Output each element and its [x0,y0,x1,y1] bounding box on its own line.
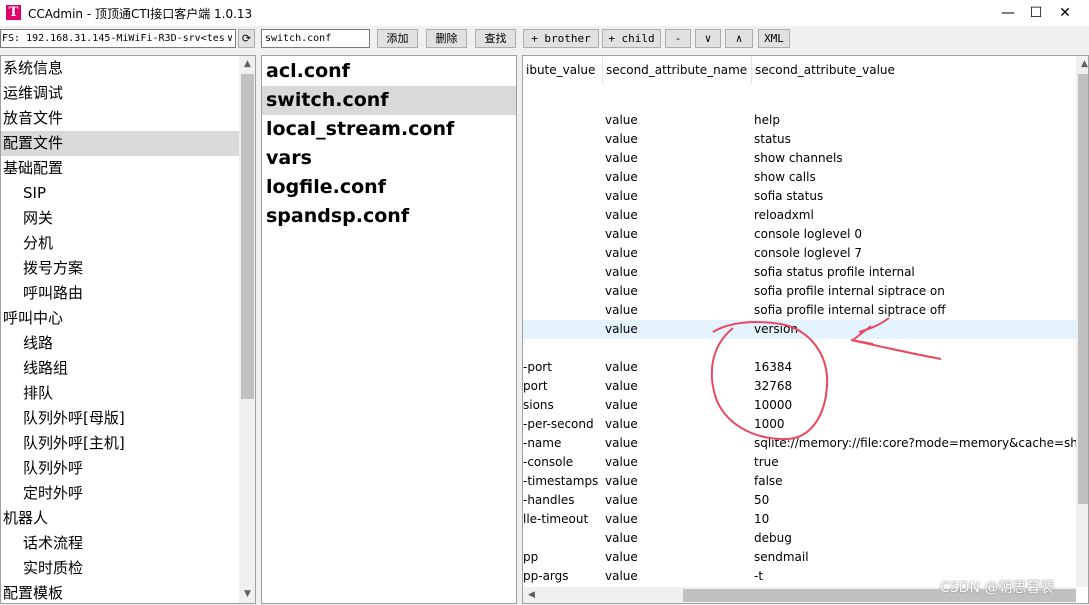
move-down-button[interactable]: ∨ [695,29,721,48]
tree-item[interactable]: 分机 [1,231,239,256]
add-button[interactable]: 添加 [377,29,418,48]
tree-item[interactable]: 排队 [1,381,239,406]
scroll-down-icon[interactable]: ▼ [239,586,255,603]
window-title: CCAdmin - 顶顶通CTI接口客户端 1.0.13 [28,7,253,21]
file-item[interactable]: spandsp.conf [262,202,516,231]
close-button[interactable]: ✕ [1043,0,1087,26]
xml-button[interactable]: XML [758,29,790,48]
tree-item[interactable]: SIP [1,181,239,206]
scroll-left-icon[interactable]: ◀ [523,587,540,603]
tree-item[interactable]: 实时质检 [1,556,239,581]
config-file-list[interactable]: acl.conf switch.conf local_stream.conf vars… [261,55,517,604]
remove-node-button[interactable]: - [665,29,691,48]
file-item[interactable]: acl.conf [262,57,516,86]
tree-item[interactable]: 线路 [1,331,239,356]
scroll-up-icon[interactable]: ▲ [239,56,255,73]
tree-item[interactable]: 话术流程 [1,531,239,556]
tree-scrollbar[interactable]: ▲ ▼ [239,56,255,603]
tree-item[interactable]: 队列外呼 [1,456,239,481]
tree-item[interactable]: 队列外呼[主机] [1,431,239,456]
add-child-button[interactable]: + child [602,29,661,48]
chevron-down-icon: ∨ [226,33,233,44]
tree-item[interactable]: 定时外呼 [1,481,239,506]
navigation-tree[interactable]: 系统信息 运维调试 放音文件 配置文件 基础配置 SIP 网关 分机 拨号方案 呼叫路由 呼叫中心线… [0,55,256,604]
move-up-button[interactable]: ∧ [725,29,753,48]
tree-item[interactable]: 放音文件 [1,106,239,131]
filename-input[interactable]: switch.conf [261,29,370,48]
tree-item[interactable]: 网关 [1,206,239,231]
tree-item[interactable]: 线路组 [1,356,239,381]
file-item[interactable]: logfile.conf [262,173,516,202]
scroll-up-icon[interactable]: ▲ [1076,56,1088,73]
tree-item[interactable]: 基础配置 [1,156,239,181]
server-select-value: FS: 192.168.31.145-MiWiFi-R3D-srv<tes [2,33,225,44]
tree-item[interactable]: 系统信息 [1,56,239,81]
tree-scroll-thumb[interactable] [241,74,254,399]
tree-item[interactable]: 配置模板 [1,581,239,603]
table-vertical-scrollbar[interactable]: ▲ [1076,56,1088,587]
tree-item[interactable]: 机器人 [1,506,239,531]
red-annotation-marks [710,317,942,441]
tree-item[interactable]: 运维调试 [1,81,239,106]
add-brother-button[interactable]: + brother [523,29,599,48]
find-button[interactable]: 查找 [475,29,516,48]
app-window: T CCAdmin - 顶顶通CTI接口客户端 1.0.13 — ☐ ✕ FS: 1… [0,0,1089,605]
refresh-button[interactable]: ⟳ [238,29,255,48]
server-select[interactable]: FS: 192.168.31.145-MiWiFi-R3D-srv<tes ∨ [0,29,236,48]
tree-item[interactable]: 呼叫中心 [1,306,239,331]
tree-item[interactable]: 拨号方案 [1,256,239,281]
app-logo-icon: T [6,5,21,20]
file-item[interactable]: vars [262,144,516,173]
table-vscroll-thumb[interactable] [1078,74,1088,504]
file-item[interactable]: local_stream.conf [262,115,516,144]
delete-button[interactable]: 删除 [426,29,467,48]
tree-item[interactable]: 配置文件 [1,131,239,156]
title-bar: T CCAdmin - 顶顶通CTI接口客户端 1.0.13 — ☐ ✕ [0,0,1089,26]
tree-item[interactable]: 呼叫路由 [1,281,239,306]
file-item[interactable]: switch.conf [262,86,516,115]
tree-item[interactable]: 队列外呼[母版] [1,406,239,431]
watermark: CSDN @朝思暮裴 [940,580,1055,596]
refresh-icon: ⟳ [241,32,252,45]
attribute-table[interactable]: ibute_value second_attribute_name second… [522,55,1089,604]
